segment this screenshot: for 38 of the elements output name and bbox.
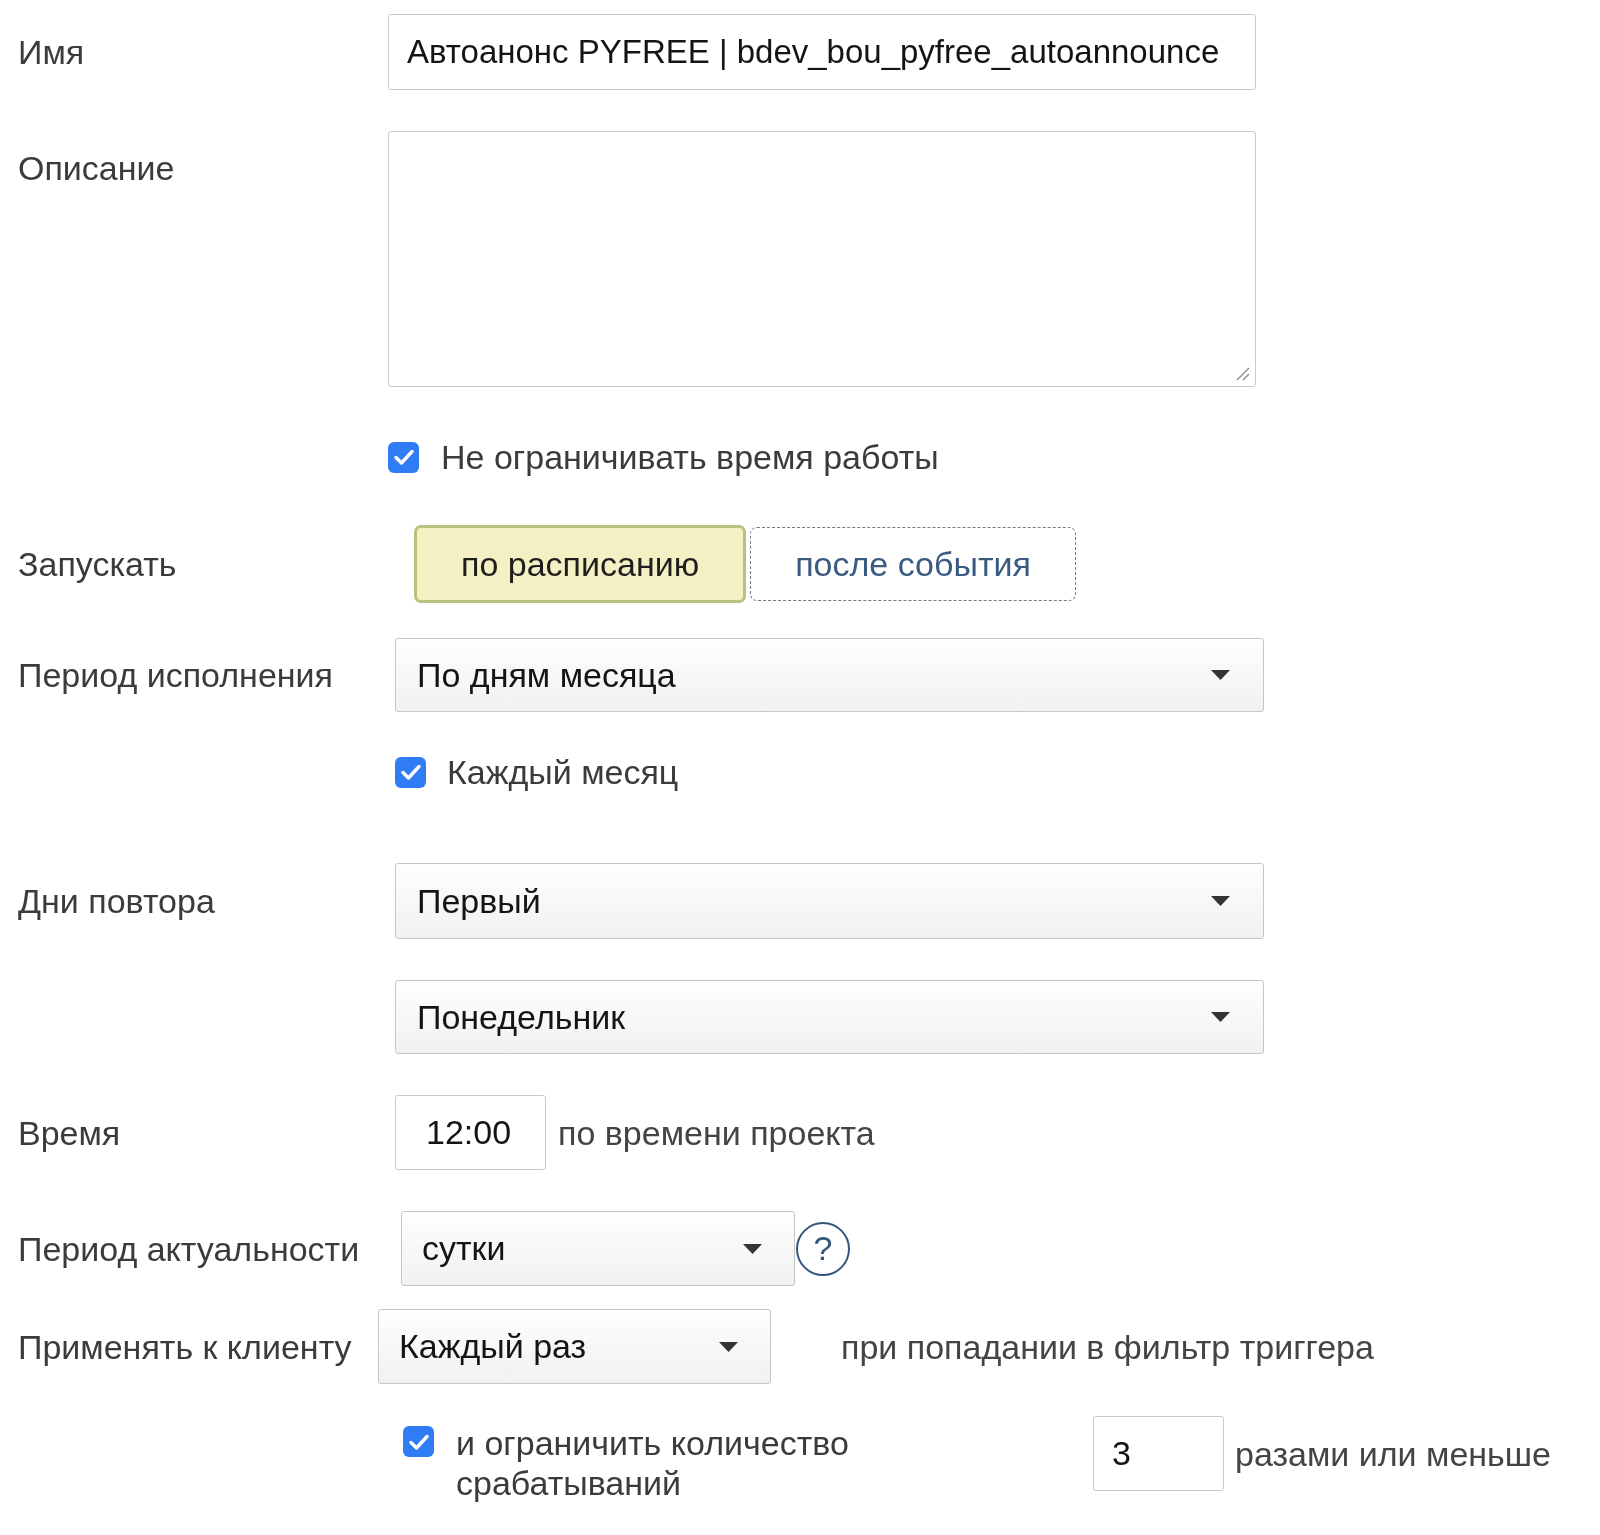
checkbox[interactable] — [388, 441, 419, 473]
segment-tab[interactable]: после события — [750, 527, 1076, 601]
checkbox-label: Каждый месяц — [447, 752, 679, 792]
count-field[interactable]: 3 — [1093, 1416, 1224, 1491]
checkbox-label: и ограничить количество срабатываний — [456, 1423, 850, 1503]
day-dropdown[interactable]: Первый — [395, 863, 1264, 939]
time-field[interactable]: 12:00 — [395, 1095, 546, 1170]
field-label: Период исполнения — [18, 655, 333, 695]
name-field[interactable]: Автоанонс PYFREE | bdev_bou_pyfree_autoannounce — [388, 14, 1256, 90]
field-label: Время — [18, 1112, 121, 1153]
checkbox-label: Не ограничивать время работы — [441, 437, 939, 477]
trigger-note: при попадании в фильтр триггера — [841, 1326, 1374, 1367]
day-dropdown[interactable]: Понедельник — [395, 980, 1264, 1054]
check-icon — [400, 764, 421, 780]
period-dropdown[interactable]: По дням месяца — [395, 638, 1264, 712]
caret-icon — [1211, 896, 1230, 906]
caret-icon — [719, 1341, 738, 1352]
description-field[interactable] — [388, 131, 1256, 387]
checkbox[interactable] — [395, 756, 426, 788]
checkbox[interactable] — [403, 1426, 434, 1457]
frequency-dropdown[interactable]: Каждый раз — [378, 1309, 771, 1384]
check-icon — [393, 449, 414, 465]
field-label: Запускать — [18, 544, 177, 584]
resize-grip-icon[interactable] — [1234, 365, 1250, 381]
help-button[interactable]: ? — [796, 1221, 850, 1276]
segment-tab[interactable]: по расписанию — [414, 525, 747, 603]
field-label: Дни повтора — [18, 881, 215, 921]
field-label: Период актуальности — [18, 1228, 360, 1269]
caret-icon — [743, 1243, 762, 1254]
count-note: разами или меньше — [1235, 1433, 1551, 1474]
field-label: Описание — [18, 148, 175, 188]
caret-icon — [1211, 1012, 1230, 1022]
caret-icon — [1211, 670, 1230, 680]
time-note: по времени проекта — [558, 1112, 875, 1153]
relevance-dropdown[interactable]: сутки — [401, 1211, 795, 1286]
field-label: Имя — [18, 32, 85, 72]
check-icon — [408, 1433, 429, 1450]
field-label: Применять к клиенту — [18, 1326, 352, 1367]
